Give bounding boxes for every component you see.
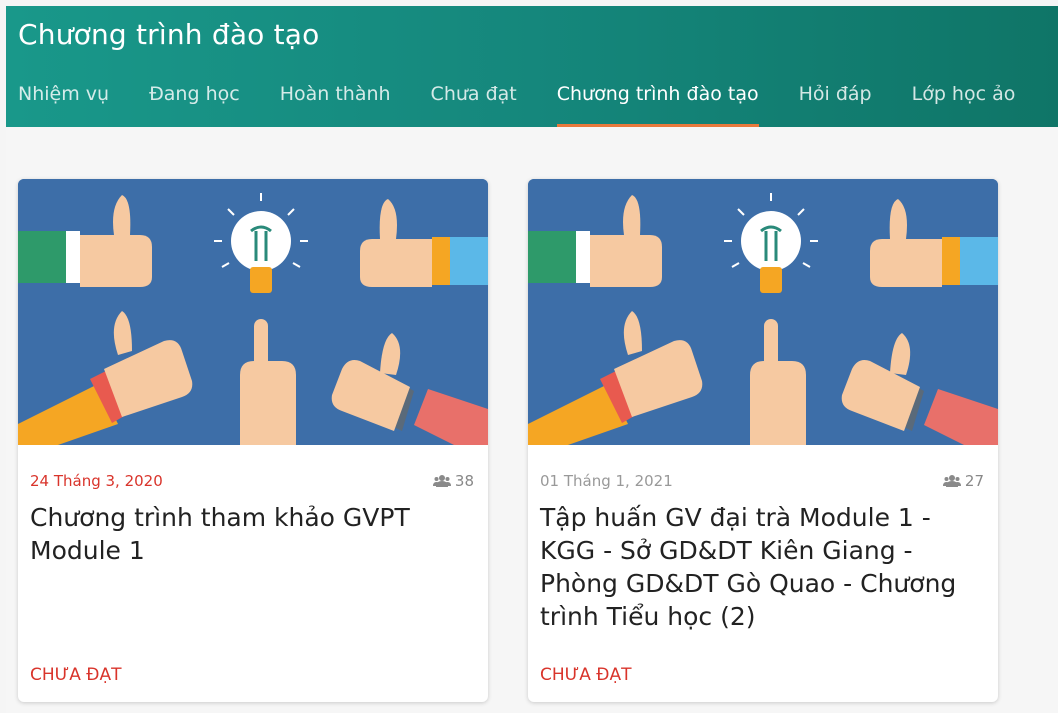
course-date: 24 Tháng 3, 2020 <box>30 472 163 490</box>
course-date: 01 Tháng 1, 2021 <box>540 472 673 490</box>
app-header: Chương trình đào tạo Nhiệm vụ Đang học H… <box>6 6 1058 127</box>
course-card[interactable]: 24 Tháng 3, 2020 38 Chương trình tham kh… <box>18 179 488 702</box>
users-icon <box>432 475 451 487</box>
course-card[interactable]: 01 Tháng 1, 2021 27 Tập huấn GV đại trà … <box>528 179 998 702</box>
course-thumbnail-illustration <box>528 179 998 445</box>
course-title[interactable]: Tập huấn GV đại trà Module 1 - KGG - Sở … <box>540 501 972 633</box>
tab-bar: Nhiệm vụ Đang học Hoàn thành Chưa đạt Ch… <box>18 72 1055 127</box>
course-meta: 24 Tháng 3, 2020 38 <box>30 472 474 490</box>
participant-count: 27 <box>942 472 984 490</box>
tab-chua-dat[interactable]: Chưa đạt <box>431 72 517 127</box>
status-badge: CHƯA ĐẠT <box>30 665 122 685</box>
participant-count-value: 38 <box>454 472 474 490</box>
course-meta: 01 Tháng 1, 2021 27 <box>540 472 984 490</box>
tab-dang-hoc[interactable]: Đang học <box>149 72 240 127</box>
tab-hoan-thanh[interactable]: Hoàn thành <box>280 72 391 127</box>
tab-nhiem-vu[interactable]: Nhiệm vụ <box>18 72 109 127</box>
course-title[interactable]: Chương trình tham khảo GVPT Module 1 <box>30 501 462 567</box>
tab-hoi-dap[interactable]: Hỏi đáp <box>799 72 872 127</box>
course-thumbnail-illustration <box>18 179 488 445</box>
participant-count: 38 <box>432 472 474 490</box>
tab-lop-hoc-ao[interactable]: Lớp học ảo <box>912 72 1016 127</box>
users-icon <box>942 475 961 487</box>
status-badge: CHƯA ĐẠT <box>540 665 632 685</box>
participant-count-value: 27 <box>964 472 984 490</box>
page-title: Chương trình đào tạo <box>18 18 320 51</box>
tab-chuong-trinh-dao-tao[interactable]: Chương trình đào tạo <box>556 72 759 127</box>
